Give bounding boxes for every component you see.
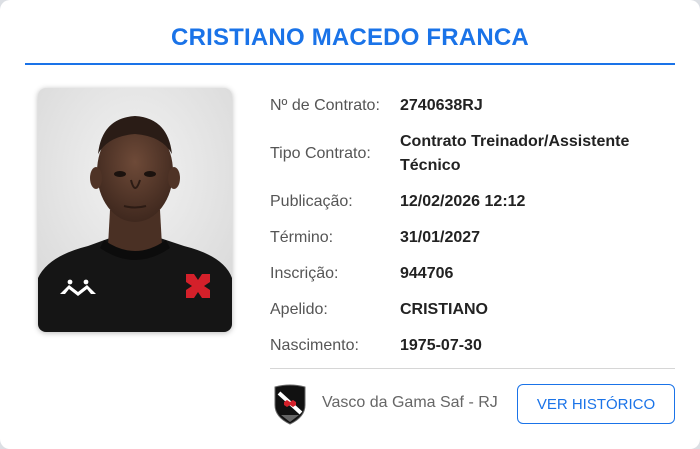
nickname-value: CRISTIANO — [400, 301, 488, 318]
footer-divider — [270, 368, 675, 369]
detail-row-registration: Inscrição: 944706 — [270, 262, 675, 286]
detail-row-contract-type: Tipo Contrato: Contrato Treinador/Assist… — [270, 130, 675, 178]
contract-number-label: Nº de Contrato: — [270, 97, 380, 114]
contract-type-value: Contrato Treinador/Assistente Técnico — [400, 133, 630, 174]
detail-row-birth: Nascimento: 1975-07-30 — [270, 334, 675, 358]
contract-details: Nº de Contrato: 2740638RJ Tipo Contrato:… — [270, 94, 675, 370]
athlete-photo — [38, 88, 232, 332]
club-crest-icon — [271, 383, 309, 425]
contract-number-value: 2740638RJ — [400, 97, 483, 114]
registration-value: 944706 — [400, 265, 454, 282]
athlete-card: CRISTIANO MACEDO FRANCA Nº de Contrato: … — [0, 0, 700, 449]
history-button[interactable]: VER HISTÓRICO — [517, 384, 675, 424]
end-date-value: 31/01/2027 — [400, 229, 481, 246]
end-date-label: Término: — [270, 229, 334, 246]
athlete-name: CRISTIANO MACEDO FRANCA — [171, 24, 529, 51]
detail-row-nickname: Apelido: CRISTIANO — [270, 298, 675, 322]
publication-value: 12/02/2026 12:12 — [400, 193, 526, 210]
detail-row-contract-number: Nº de Contrato: 2740638RJ — [270, 94, 675, 118]
title-underline — [25, 63, 675, 65]
birth-date-value: 1975-07-30 — [400, 337, 482, 354]
publication-label: Publicação: — [270, 193, 353, 210]
contract-type-label: Tipo Contrato: — [270, 145, 371, 162]
nickname-label: Apelido: — [270, 301, 328, 318]
registration-label: Inscrição: — [270, 265, 339, 282]
club-name: Vasco da Gama Saf - RJ — [322, 394, 498, 411]
detail-row-end: Término: 31/01/2027 — [270, 226, 675, 250]
birth-date-label: Nascimento: — [270, 337, 359, 354]
detail-row-publication: Publicação: 12/02/2026 12:12 — [270, 190, 675, 214]
